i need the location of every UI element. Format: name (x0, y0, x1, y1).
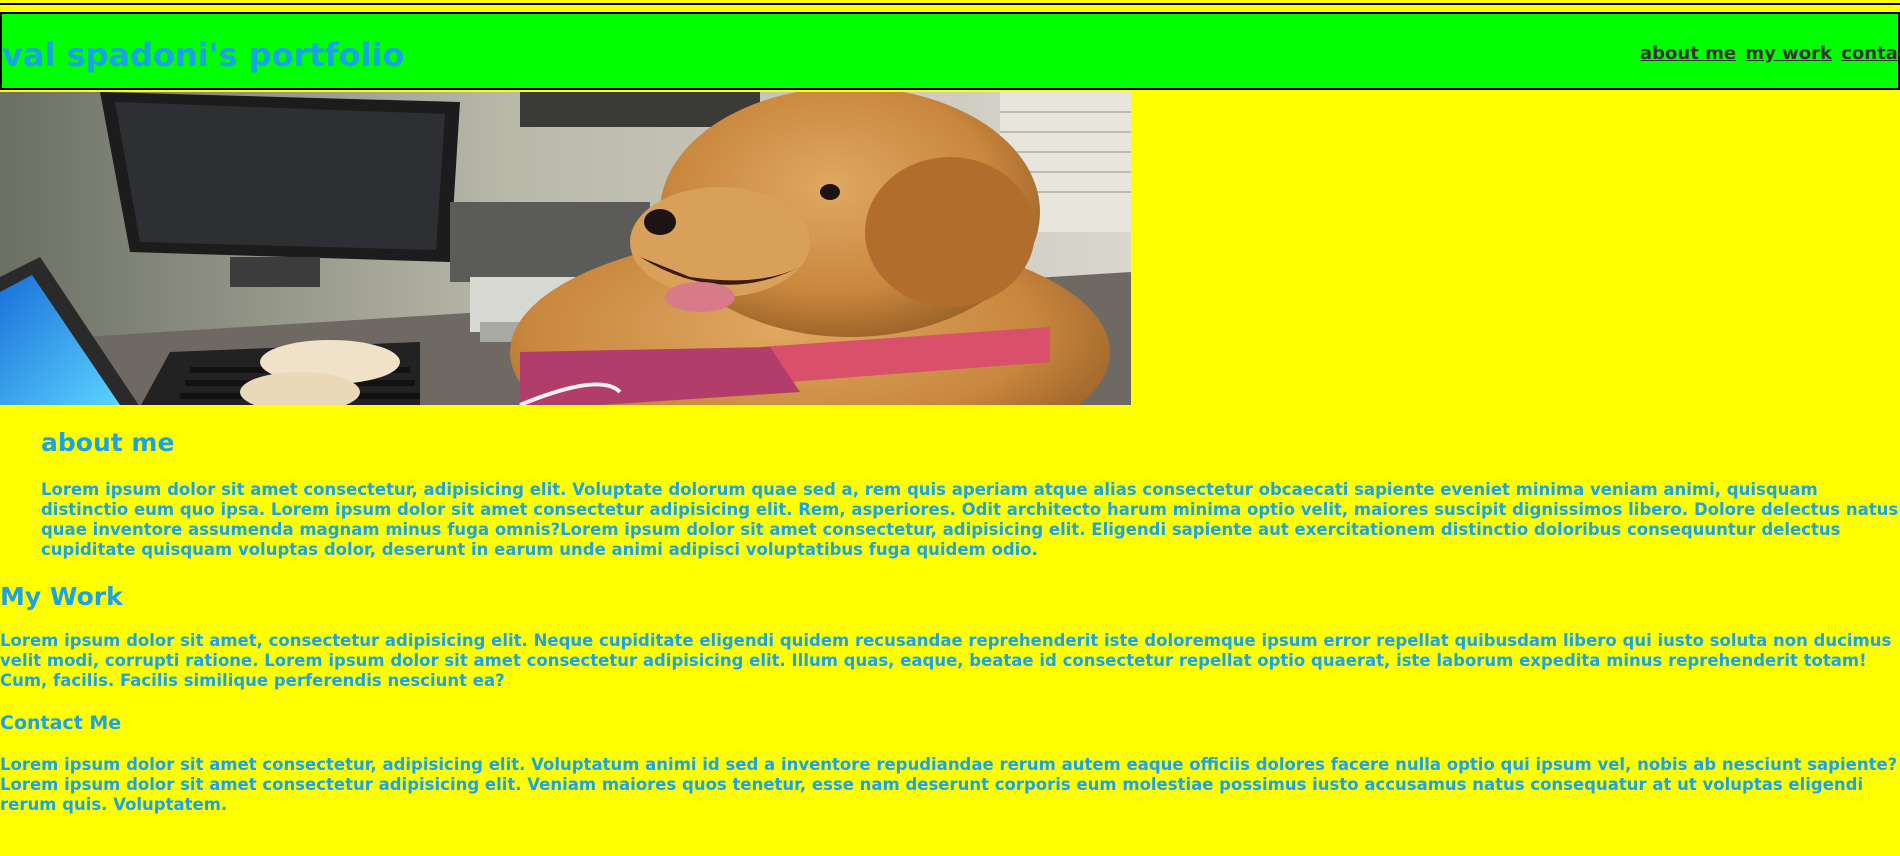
about-line: quae inventore assumenda magnam minus fu… (41, 520, 1841, 539)
top-rule (0, 3, 1900, 5)
contact-line: Lorem ipsum dolor sit amet consectetur, … (0, 755, 1898, 774)
about-line: distinctio eum quo ipsa. Lorem ipsum dol… (41, 500, 1899, 519)
nav-link-about[interactable]: about me (1640, 43, 1736, 64)
contact-paragraph: Lorem ipsum dolor sit amet consectetur, … (0, 755, 1900, 815)
contact-line: Lorem ipsum dolor sit amet consectetur a… (0, 775, 1864, 794)
work-line: Cum, facilis. Facilis similique perferen… (0, 671, 505, 690)
dog-at-computer-photo (0, 92, 1131, 405)
about-line: Lorem ipsum dolor sit amet consectetur, … (41, 480, 1818, 499)
work-heading: My Work (0, 582, 123, 611)
about-paragraph: Lorem ipsum dolor sit amet consectetur, … (41, 480, 1900, 560)
portfolio-page: val spadoni's portfolio about me my work… (0, 0, 1900, 856)
main-nav: about me my work contact r (1640, 43, 1900, 64)
hero-image (0, 92, 1131, 405)
nav-link-work[interactable]: my work (1745, 43, 1832, 64)
contact-line: rerum quis. Voluptatem. (0, 795, 228, 814)
contact-heading: Contact Me (0, 712, 122, 734)
work-paragraph: Lorem ipsum dolor sit amet, consectetur … (0, 631, 1900, 691)
work-line: velit modi, corrupti ratione. Lorem ipsu… (0, 651, 1867, 670)
site-header: val spadoni's portfolio about me my work… (0, 12, 1900, 90)
work-line: Lorem ipsum dolor sit amet, consectetur … (0, 631, 1892, 650)
about-heading: about me (41, 428, 175, 457)
nav-link-contact[interactable]: contact r (1841, 43, 1900, 64)
about-line: cupiditate quisquam voluptas dolor, dese… (41, 540, 1038, 559)
site-title: val spadoni's portfolio (2, 36, 405, 74)
